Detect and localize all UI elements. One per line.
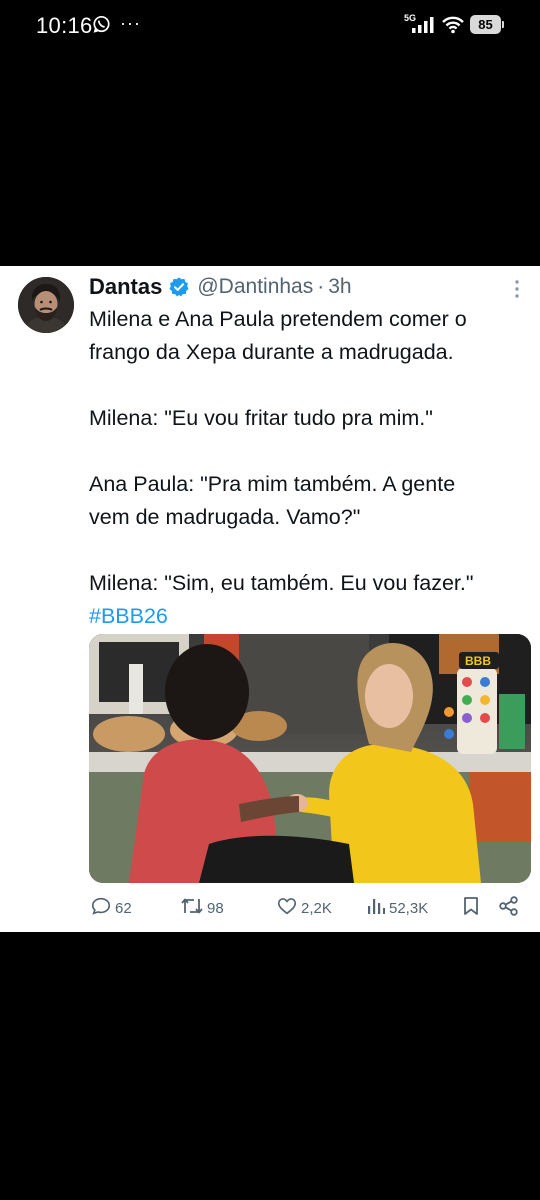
bookmark-icon (461, 895, 481, 921)
signal-icon (411, 16, 435, 39)
author-handle[interactable]: @Dantinhas (197, 275, 313, 299)
bookmark-button[interactable] (461, 895, 481, 921)
media-logo: BBB (465, 654, 491, 668)
heart-icon (276, 895, 298, 921)
status-time: 10:16 (36, 13, 93, 38)
like-button[interactable]: 2,2K (276, 895, 332, 921)
retweet-icon (180, 895, 204, 921)
tweet-actions: 62 98 2,2K 52,3K (0, 895, 540, 925)
reply-button[interactable]: 62 (90, 895, 132, 921)
hashtag-link[interactable]: #BBB26 (89, 600, 529, 633)
more-options-icon[interactable] (513, 278, 521, 305)
share-button[interactable] (498, 895, 520, 921)
tweet-line: frango da Xepa durante a madrugada. (89, 340, 454, 364)
wifi-icon (441, 15, 465, 39)
header-separator: · (317, 275, 325, 298)
status-bar: 10:16 ··· 5G 85 (0, 0, 540, 56)
more-notifications-icon: ··· (120, 13, 141, 33)
tweet-media-image[interactable]: BBB (89, 634, 531, 883)
tweet-line: Milena e Ana Paula pretendem comer o (89, 307, 467, 331)
tweet-line: Ana Paula: "Pra mim também. A gente (89, 472, 456, 496)
author-name[interactable]: Dantas (89, 274, 162, 300)
tweet-card[interactable]: Dantas @Dantinhas · 3h Milena e Ana Paul… (0, 266, 540, 932)
verified-badge-icon (168, 276, 190, 298)
battery-icon: 85 (470, 15, 504, 34)
views-count: 52,3K (389, 899, 429, 917)
views-chart-icon (366, 895, 386, 921)
share-icon (498, 895, 520, 921)
tweet-time[interactable]: 3h (328, 275, 351, 299)
tweet-line: Milena: "Eu vou fritar tudo pra mim." (89, 406, 433, 430)
retweet-button[interactable]: 98 (180, 895, 224, 921)
avatar[interactable] (18, 277, 74, 333)
reply-count: 62 (115, 899, 132, 917)
tweet-text: Milena e Ana Paula pretendem comer o fra… (89, 303, 529, 633)
retweet-count: 98 (207, 899, 224, 917)
tweet-header: Dantas @Dantinhas · 3h (89, 272, 352, 302)
views-button[interactable]: 52,3K (366, 895, 428, 921)
tweet-line: vem de madrugada. Vamo?" (89, 505, 361, 529)
whatsapp-icon (92, 15, 111, 39)
reply-icon (90, 895, 112, 921)
like-count: 2,2K (301, 899, 332, 917)
tweet-line: Milena: "Sim, eu também. Eu vou fazer." (89, 571, 474, 595)
